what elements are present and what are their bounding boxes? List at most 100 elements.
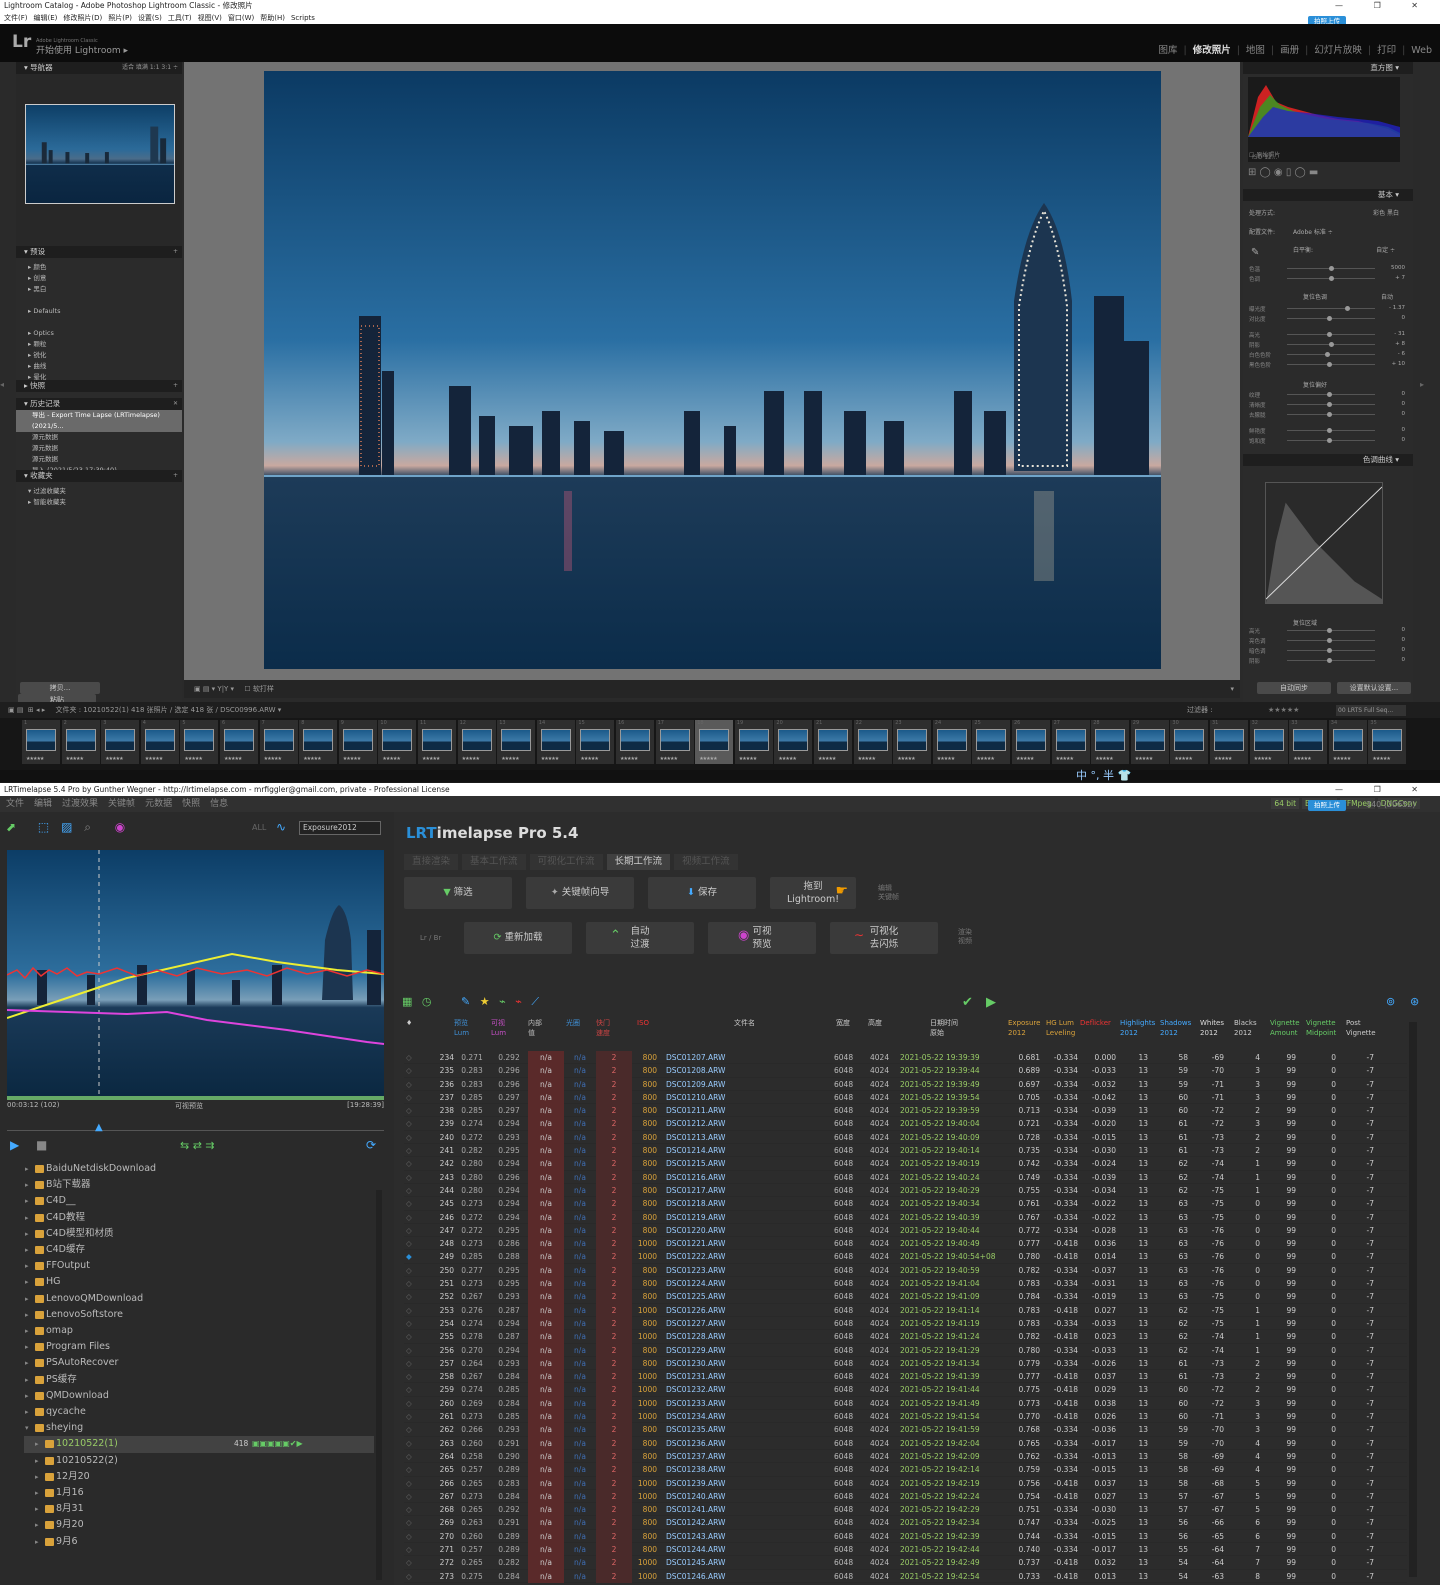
image-icon[interactable]: ▨: [61, 820, 72, 834]
keyframe-marker-icon[interactable]: ◇: [406, 1397, 412, 1410]
right-panel-toggle-icon[interactable]: ▸: [1420, 380, 1428, 389]
grid-icon[interactable]: ▦: [402, 995, 412, 1008]
slider-track[interactable]: [1287, 648, 1375, 653]
table-row[interactable]: ◇ 261 0.273 0.285 n/a n/a 2 1000 DSC01234.ARW 604…: [404, 1410, 1407, 1424]
keyframe-marker-icon[interactable]: ◇: [406, 1370, 412, 1383]
basic-header[interactable]: 基本 ▾: [1243, 189, 1413, 201]
keyframe-marker-icon[interactable]: ◇: [406, 1290, 412, 1303]
keyframe-marker-icon[interactable]: ◇: [406, 1157, 412, 1170]
preset-folder[interactable]: ▸ 创意: [28, 273, 182, 284]
table-row[interactable]: ◇ 268 0.265 0.292 n/a n/a 2 800 DSC01241.ARW 6048…: [404, 1503, 1407, 1517]
keyframe-marker-icon[interactable]: ◇: [406, 1131, 412, 1144]
keyframe-marker-icon[interactable]: ◇: [406, 1423, 412, 1436]
timeline-marker-icon[interactable]: ▲: [95, 1122, 103, 1133]
slider-knob[interactable]: [1345, 306, 1350, 311]
lrt-menu-item[interactable]: 信息: [210, 799, 228, 809]
table-row[interactable]: ◇ 257 0.264 0.293 n/a n/a 2 800 DSC01230.ARW 6048…: [404, 1356, 1407, 1371]
keyframe-marker-icon[interactable]: ◇: [406, 1104, 412, 1117]
filmstrip-thumb[interactable]: 23 ★★★★★: [893, 720, 932, 764]
treatment-toggle[interactable]: 彩色 黑白: [1373, 208, 1399, 217]
column-header[interactable]: Deflicker: [1080, 1018, 1111, 1028]
table-row[interactable]: ◇ 237 0.285 0.297 n/a n/a 2 800 DSC01210.ARW 6048…: [404, 1090, 1407, 1105]
filmstrip-thumb[interactable]: 13 ★★★★★: [497, 720, 536, 764]
slider-track[interactable]: [1287, 638, 1375, 643]
slider-knob[interactable]: [1327, 392, 1332, 397]
column-header[interactable]: Shadows 2012: [1160, 1018, 1191, 1038]
keyframe-marker-icon[interactable]: ◇: [406, 1330, 412, 1343]
filmstrip-thumb[interactable]: 28 ★★★★★: [1091, 720, 1130, 764]
lr-menu-item[interactable]: 帮助(H): [260, 14, 285, 22]
table-row[interactable]: ◇ 245 0.273 0.294 n/a n/a 2 800 DSC01218.ARW 6048…: [404, 1197, 1407, 1211]
filmstrip-thumb[interactable]: 26 ★★★★★: [1012, 720, 1050, 764]
table-row[interactable]: ◆ 249 0.285 0.288 n/a n/a 2 1000 DSC01222.ARW 604…: [404, 1250, 1407, 1264]
table-scrollbar[interactable]: [1409, 1022, 1417, 1577]
module-5[interactable]: 打印: [1377, 45, 1396, 56]
table-row[interactable]: ◇ 247 0.272 0.295 n/a n/a 2 800 DSC01220.ARW 6048…: [404, 1223, 1407, 1238]
expand-icon[interactable]: ▸: [35, 1534, 39, 1550]
filter-preset-select[interactable]: 00 LRTS Full Seq...: [1336, 705, 1406, 716]
folder-item[interactable]: ▸ omap: [24, 1323, 374, 1339]
slider-track[interactable]: [1287, 628, 1375, 633]
download-circle-icon[interactable]: ⊛: [1410, 995, 1419, 1008]
chart-tool-icon[interactable]: ⟋: [531, 995, 539, 1008]
folder-item[interactable]: ▸ PS缓存: [24, 1372, 374, 1388]
workflow-tab-4[interactable]: 视频工作流: [674, 854, 738, 870]
keyframe-marker-icon[interactable]: ◇: [406, 1304, 412, 1317]
keyframe-marker-icon[interactable]: ◇: [406, 1383, 412, 1396]
table-row[interactable]: ◇ 272 0.265 0.282 n/a n/a 2 1000 DSC01245.ARW 604…: [404, 1556, 1407, 1570]
filmstrip-thumb[interactable]: 11 ★★★★★: [418, 720, 456, 764]
folder-item[interactable]: ▸ QMDownload: [24, 1388, 374, 1404]
folder-item[interactable]: ▸ C4D缓存: [24, 1242, 374, 1258]
filmstrip-thumb[interactable]: 4 ★★★★★: [140, 720, 179, 764]
expand-icon[interactable]: ▸: [25, 1372, 29, 1388]
lr-menu-item[interactable]: 编辑(E): [34, 14, 58, 22]
table-row[interactable]: ◇ 263 0.260 0.291 n/a n/a 2 800 DSC01236.ARW 6048…: [404, 1436, 1407, 1450]
expand-icon[interactable]: ▸: [35, 1453, 39, 1469]
run-icon[interactable]: ▶: [986, 995, 996, 1010]
column-header[interactable]: 预览 Lum: [454, 1018, 469, 1038]
keyframe-marker-icon[interactable]: ◇: [406, 1437, 412, 1450]
slider-track[interactable]: [1287, 438, 1375, 443]
expand-icon[interactable]: ▸: [35, 1501, 39, 1517]
history-header[interactable]: ▾ 历史记录 ✕: [16, 398, 182, 410]
curve-icon[interactable]: ∿: [276, 820, 286, 834]
column-header[interactable]: Whites 2012: [1200, 1018, 1224, 1038]
preset-folder[interactable]: ▸ 颗粒: [28, 339, 182, 350]
keyframe-marker-icon[interactable]: ◇: [406, 1530, 412, 1543]
slider-track[interactable]: [1287, 342, 1375, 347]
slider-track[interactable]: [1287, 266, 1375, 271]
folder-item[interactable]: ▸ 8月31: [24, 1501, 374, 1517]
filmstrip-nav-icons[interactable]: ▣ ▤ ⊞ ◂ ▸: [8, 706, 47, 714]
reload-button[interactable]: ⟳ 重新加载: [464, 922, 572, 954]
history-item[interactable]: 导出 - Export Time Lapse (LRTimelapse) (20…: [16, 410, 182, 432]
slider-knob[interactable]: [1327, 658, 1332, 663]
filmstrip-thumb[interactable]: 35 ★★★★★: [1368, 720, 1407, 764]
filmstrip-info[interactable]: 文件夹 : 10210522(1) 418 张照片 / 选定 418 张 / D…: [55, 706, 281, 714]
expand-icon[interactable]: ▸: [25, 1258, 29, 1274]
preset-folder[interactable]: [28, 295, 182, 306]
filmstrip-thumb[interactable]: 6 ★★★★★: [220, 720, 258, 764]
filter-stars[interactable]: ★★★★★: [1268, 702, 1299, 718]
filmstrip-thumb[interactable]: 14 ★★★★★: [536, 720, 575, 764]
auto-tone-button[interactable]: 自动: [1381, 292, 1393, 301]
column-header[interactable]: Highlights 2012: [1120, 1018, 1155, 1038]
lr-identity[interactable]: Adobe Lightroom Classic 开始使用 Lightroom ▸: [36, 36, 128, 56]
expand-icon[interactable]: ▸: [25, 1274, 29, 1290]
slider-knob[interactable]: [1327, 412, 1332, 417]
expand-icon[interactable]: ▸: [25, 1177, 29, 1193]
table-row[interactable]: ◇ 240 0.272 0.293 n/a n/a 2 800 DSC01213.ARW 6048…: [404, 1130, 1407, 1145]
expand-icon[interactable]: ▸: [25, 1307, 29, 1323]
expand-icon[interactable]: ▸: [25, 1388, 29, 1404]
filmstrip-thumb[interactable]: 10 ★★★★★: [378, 720, 417, 764]
navigator-zoom[interactable]: 适合 填满 1:1 3:1 ÷: [122, 62, 178, 74]
reset-presence-label[interactable]: 复位偏好: [1303, 380, 1327, 389]
filmstrip-thumb[interactable]: 34 ★★★★★: [1328, 720, 1367, 764]
metadata-filter-select[interactable]: Exposure2012: [299, 821, 381, 835]
folder-item[interactable]: ▸ BaiduNetdiskDownload: [24, 1161, 374, 1177]
lr-menu-item[interactable]: 修改照片(D): [63, 14, 102, 22]
expand-icon[interactable]: ▸: [35, 1517, 39, 1533]
folder-item[interactable]: ▸ 10210522(1) 418 ▣▣▣▣▣✔▶: [24, 1436, 374, 1453]
open-folder-icon[interactable]: ⬈: [6, 820, 16, 834]
table-row[interactable]: ◇ 259 0.274 0.285 n/a n/a 2 1000 DSC01232.ARW 604…: [404, 1383, 1407, 1397]
expand-icon[interactable]: ▸: [35, 1469, 39, 1485]
